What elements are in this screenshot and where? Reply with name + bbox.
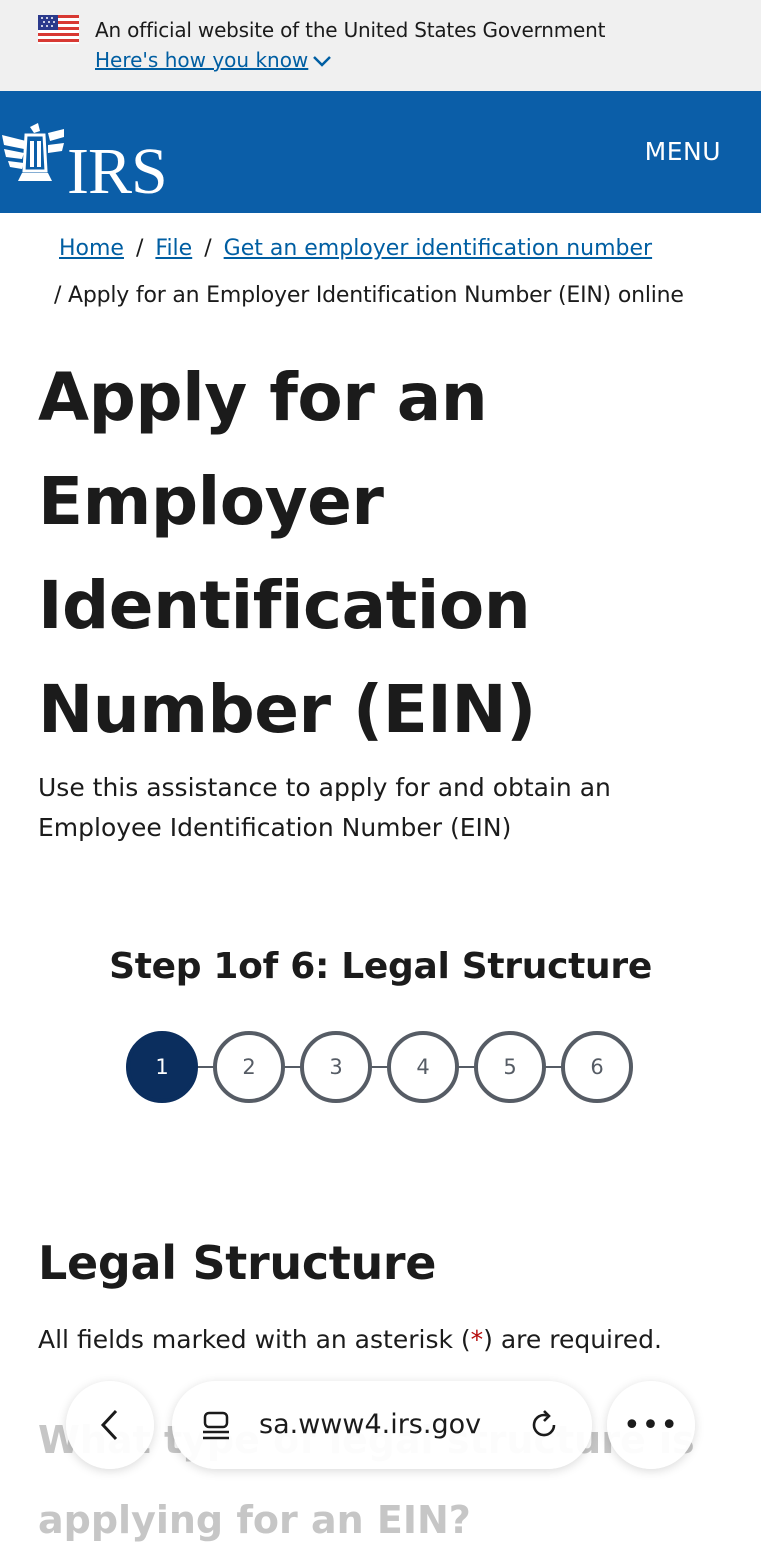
breadcrumb-get-ein-link[interactable]: Get an employer identification number bbox=[224, 236, 652, 261]
gov-banner: An official website of the United States… bbox=[0, 0, 761, 91]
back-button[interactable] bbox=[66, 1381, 154, 1469]
browser-toolbar: sa.www4.irs.gov ••• bbox=[0, 1365, 761, 1485]
url-text[interactable]: sa.www4.irs.gov bbox=[259, 1409, 481, 1440]
breadcrumb-file-link[interactable]: File bbox=[155, 236, 192, 261]
step-3: 3 bbox=[300, 1031, 372, 1103]
page-icon[interactable] bbox=[202, 1411, 230, 1441]
menu-button[interactable]: MENU bbox=[645, 137, 721, 166]
heres-how-you-know-link[interactable]: Here's how you know bbox=[95, 48, 308, 72]
address-bar[interactable]: sa.www4.irs.gov bbox=[172, 1381, 592, 1469]
us-flag-icon bbox=[38, 15, 79, 44]
page-title: Apply for an Employer Identification Num… bbox=[38, 359, 536, 748]
breadcrumb-separator: / bbox=[54, 283, 62, 308]
more-options-button[interactable]: ••• bbox=[607, 1381, 695, 1469]
reload-icon[interactable] bbox=[527, 1408, 561, 1442]
eagle-icon bbox=[2, 123, 64, 181]
chevron-down-icon[interactable] bbox=[312, 54, 332, 68]
required-note-prefix: All fields marked with an asterisk ( bbox=[38, 1325, 471, 1354]
gov-banner-text: An official website of the United States… bbox=[95, 18, 606, 42]
back-arrow-icon bbox=[100, 1409, 118, 1441]
breadcrumb-current-label: Apply for an Employer Identification Num… bbox=[68, 283, 684, 308]
step-5: 5 bbox=[474, 1031, 546, 1103]
step-6: 6 bbox=[561, 1031, 633, 1103]
breadcrumb-separator: / bbox=[135, 236, 144, 261]
required-fields-note: All fields marked with an asterisk (*) a… bbox=[38, 1325, 662, 1354]
breadcrumb-home-link[interactable]: Home bbox=[59, 236, 124, 261]
irs-logo-text: IRS bbox=[67, 135, 168, 208]
required-note-suffix: ) are required. bbox=[483, 1325, 662, 1354]
required-asterisk: * bbox=[470, 1325, 484, 1354]
irs-logo[interactable]: IRS bbox=[0, 121, 190, 205]
step-heading: Step 1of 6: Legal Structure bbox=[109, 946, 652, 987]
step-4: 4 bbox=[387, 1031, 459, 1103]
site-header: IRS MENU bbox=[0, 91, 761, 213]
step-2: 2 bbox=[213, 1031, 285, 1103]
breadcrumb-current: / Apply for an Employer Identification N… bbox=[54, 283, 684, 308]
breadcrumb: Home / File / Get an employer identification… bbox=[59, 236, 652, 261]
section-title: Legal Structure bbox=[38, 1236, 437, 1290]
breadcrumb-separator: / bbox=[204, 236, 212, 261]
step-indicator: 1 2 3 4 5 6 bbox=[126, 1031, 636, 1103]
step-1: 1 bbox=[126, 1031, 198, 1103]
page-lead: Use this assistance to apply for and obt… bbox=[38, 773, 611, 842]
